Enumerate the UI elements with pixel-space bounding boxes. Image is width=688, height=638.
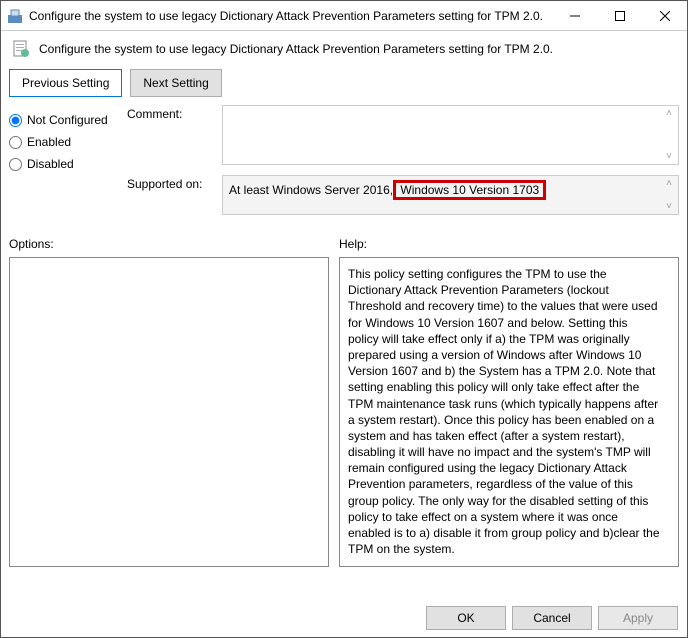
settings-area: Not Configured Enabled Disabled Comment:… <box>1 105 687 225</box>
help-label: Help: <box>339 237 679 257</box>
radio-enabled-label: Enabled <box>27 135 71 149</box>
options-column: Options: <box>9 237 329 567</box>
lower-area: Options: Help: This policy setting confi… <box>1 225 687 567</box>
supported-prefix: At least Windows Server 2016, <box>229 183 393 197</box>
cancel-button[interactable]: Cancel <box>512 606 592 630</box>
radio-enabled[interactable]: Enabled <box>9 131 119 153</box>
app-icon <box>7 8 23 24</box>
nav-row: Previous Setting Next Setting <box>1 69 687 105</box>
supported-row: Supported on: At least Windows Server 20… <box>127 175 679 215</box>
radio-not-configured-input[interactable] <box>9 114 22 127</box>
radio-enabled-input[interactable] <box>9 136 22 149</box>
radio-disabled-input[interactable] <box>9 158 22 171</box>
scroll-up-icon[interactable]: ˄ <box>662 178 676 189</box>
options-box <box>9 257 329 567</box>
supported-highlight: Windows 10 Version 1703 <box>393 180 546 200</box>
scroll-down-icon[interactable]: ˅ <box>662 201 676 212</box>
comment-textarea[interactable]: ˄ ˅ <box>222 105 679 165</box>
scroll-down-icon[interactable]: ˅ <box>662 151 676 162</box>
radio-not-configured[interactable]: Not Configured <box>9 109 119 131</box>
window-title: Configure the system to use legacy Dicti… <box>29 9 552 23</box>
options-label: Options: <box>9 237 329 257</box>
comment-label: Comment: <box>127 105 212 165</box>
comment-row: Comment: ˄ ˅ <box>127 105 679 165</box>
radio-disabled-label: Disabled <box>27 157 74 171</box>
help-column: Help: This policy setting configures the… <box>339 237 679 567</box>
state-radio-group: Not Configured Enabled Disabled <box>9 105 119 225</box>
supported-on-box: At least Windows Server 2016, Windows 10… <box>222 175 679 215</box>
apply-button[interactable]: Apply <box>598 606 678 630</box>
minimize-button[interactable] <box>552 1 597 31</box>
next-setting-button[interactable]: Next Setting <box>130 69 221 97</box>
policy-icon <box>11 39 31 59</box>
supported-label: Supported on: <box>127 175 212 215</box>
fields-area: Comment: ˄ ˅ Supported on: At least Wind… <box>127 105 679 225</box>
close-button[interactable] <box>642 1 687 31</box>
radio-not-configured-label: Not Configured <box>27 113 108 127</box>
radio-disabled[interactable]: Disabled <box>9 153 119 175</box>
help-box: This policy setting configures the TPM t… <box>339 257 679 567</box>
maximize-button[interactable] <box>597 1 642 31</box>
ok-button[interactable]: OK <box>426 606 506 630</box>
help-text: This policy setting configures the TPM t… <box>348 267 660 556</box>
titlebar: Configure the system to use legacy Dicti… <box>1 1 687 31</box>
subtitle-row: Configure the system to use legacy Dicti… <box>1 31 687 69</box>
dialog-footer: OK Cancel Apply <box>426 606 678 630</box>
previous-setting-button[interactable]: Previous Setting <box>9 69 122 97</box>
subtitle-text: Configure the system to use legacy Dicti… <box>39 42 553 56</box>
scroll-up-icon[interactable]: ˄ <box>662 108 676 119</box>
